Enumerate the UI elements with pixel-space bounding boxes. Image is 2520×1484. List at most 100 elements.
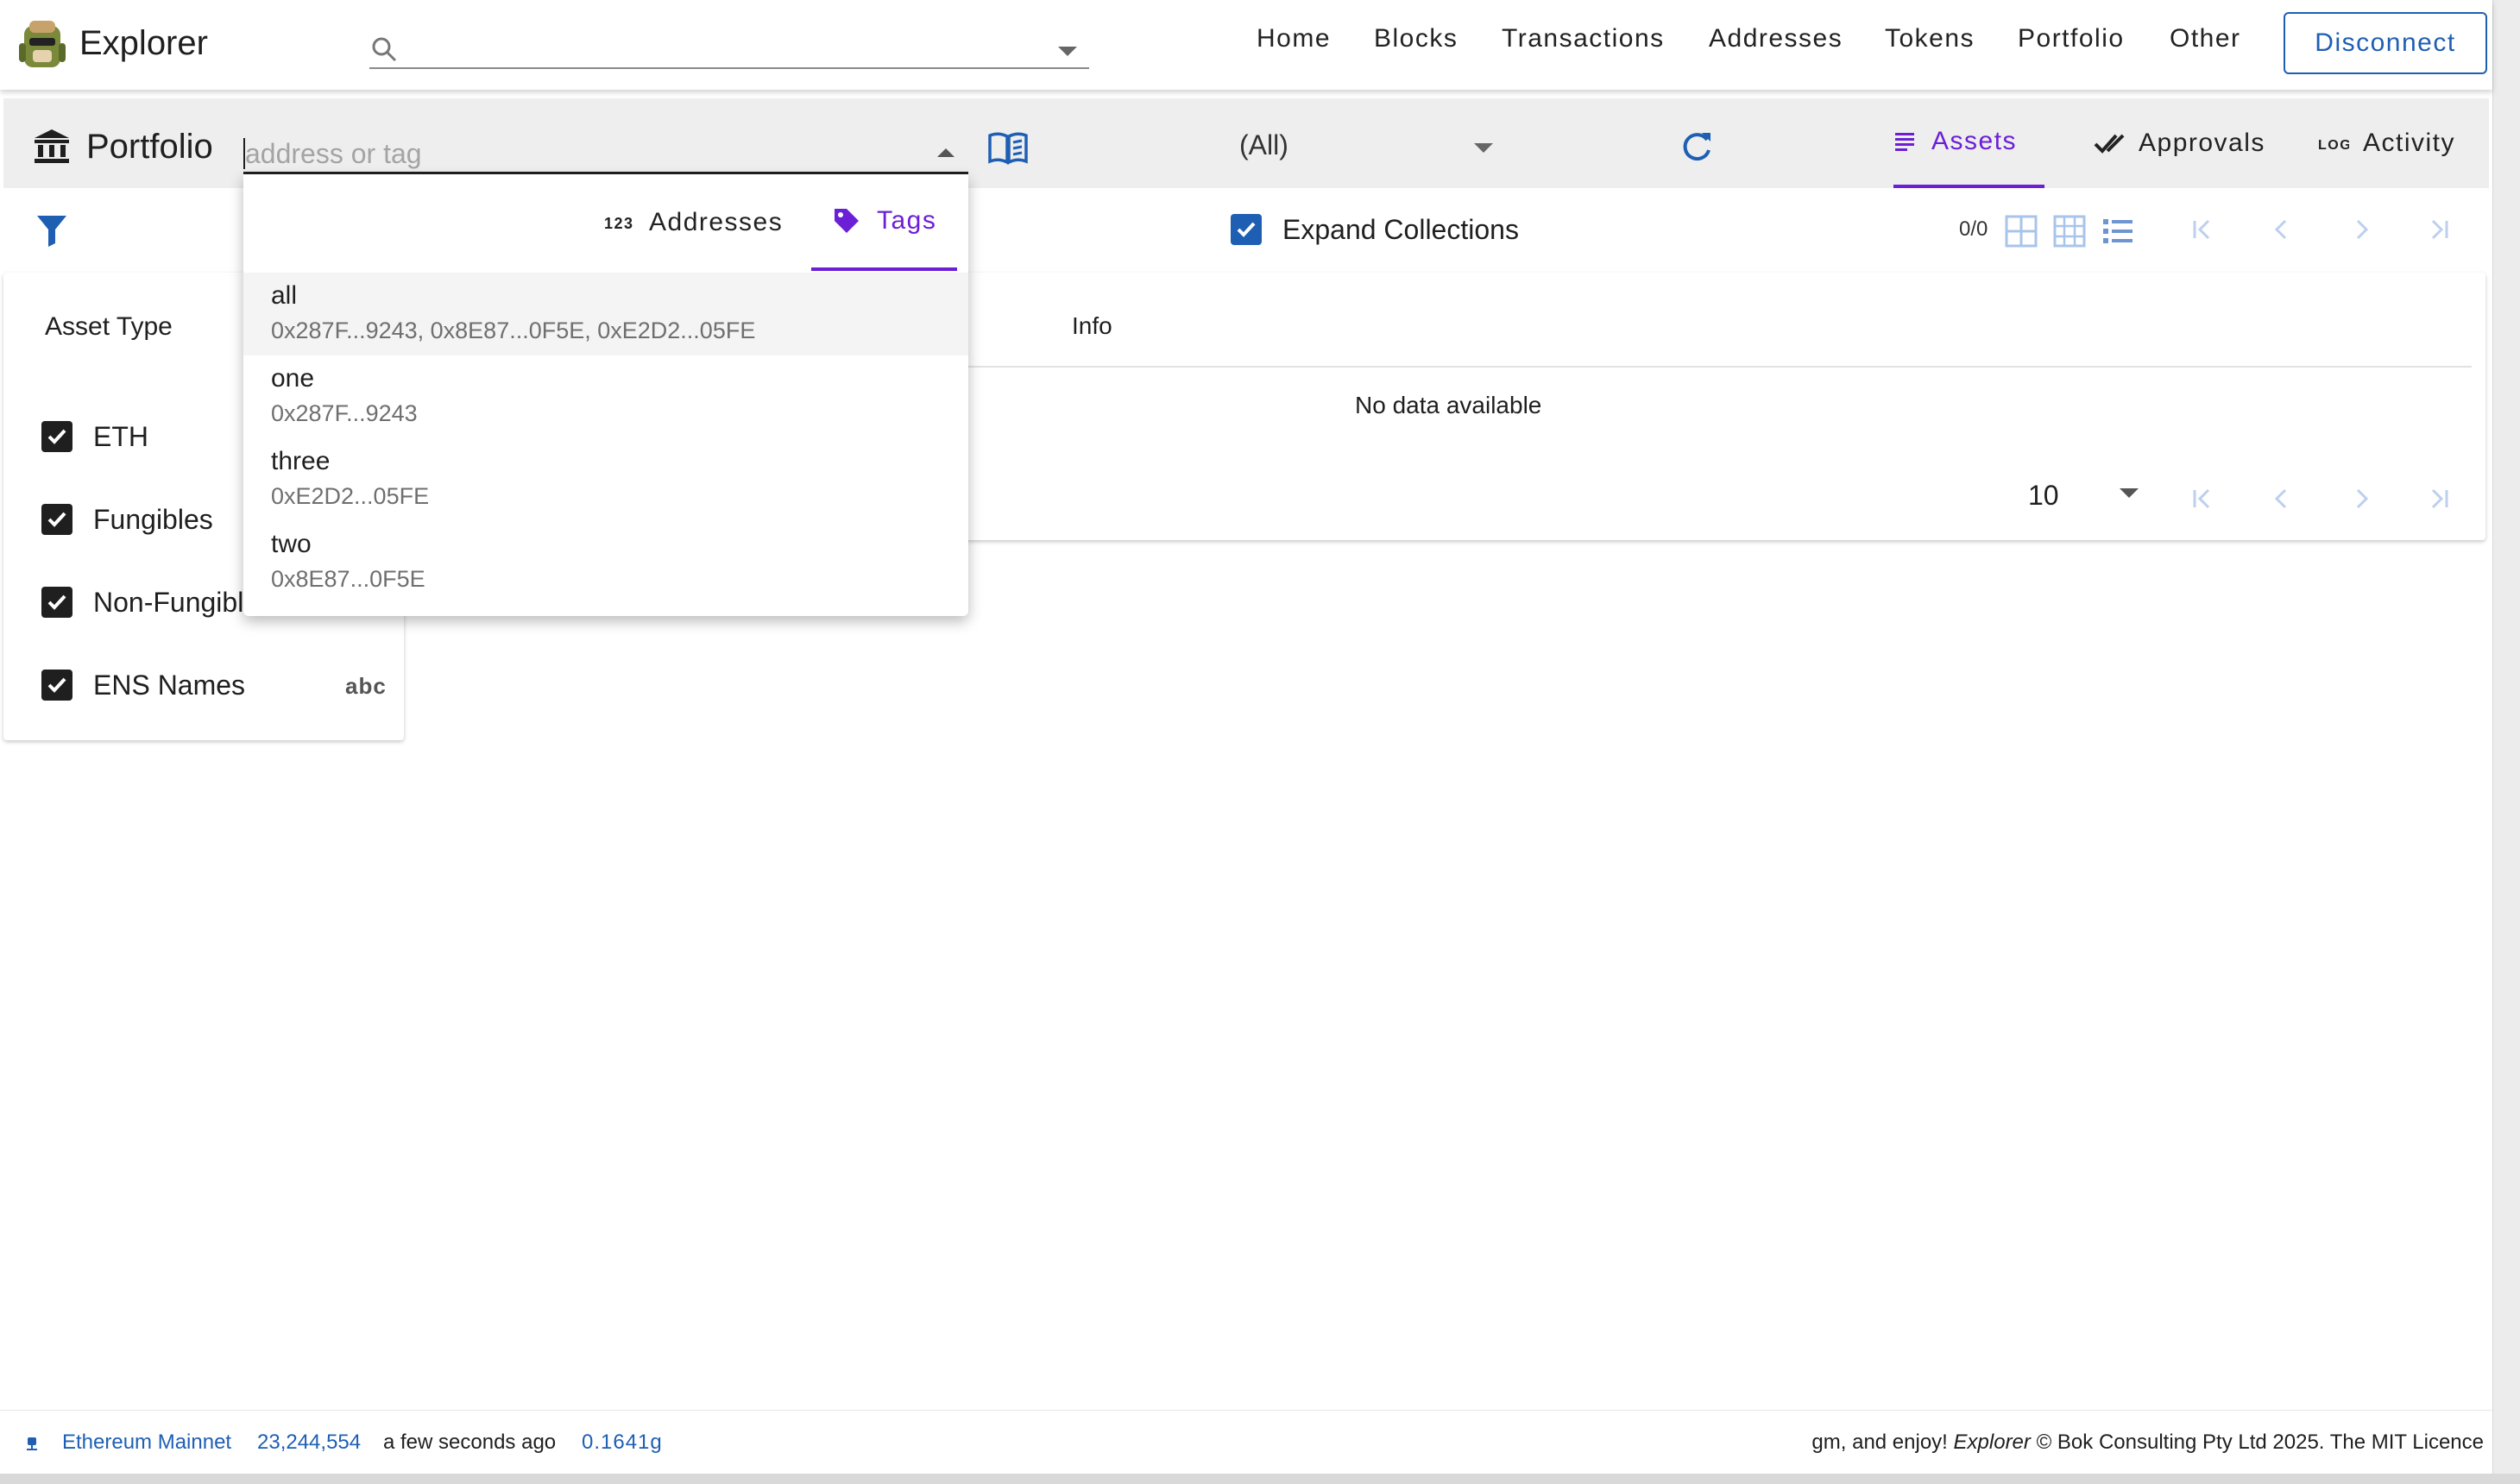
next-page-icon[interactable] bbox=[2346, 483, 2377, 514]
header-divider bbox=[946, 366, 2472, 368]
list-icon bbox=[1895, 133, 1914, 151]
tag-addresses: 0x8E87...0F5E bbox=[271, 566, 425, 592]
text-cursor bbox=[243, 138, 245, 169]
previous-page-icon[interactable] bbox=[2266, 214, 2297, 245]
tab-approvals[interactable]: Approvals bbox=[2094, 98, 2265, 188]
numbers-icon: 123 bbox=[604, 215, 633, 232]
refresh-icon[interactable] bbox=[1679, 129, 1714, 164]
large-grid-icon[interactable] bbox=[2004, 214, 2038, 248]
nav-portfolio[interactable]: Portfolio bbox=[2018, 24, 2125, 53]
first-page-icon[interactable] bbox=[2187, 214, 2218, 245]
tab-label: Assets bbox=[1931, 127, 2018, 155]
footer-credits: gm, and enjoy! Explorer © Bok Consulting… bbox=[1811, 1431, 2484, 1455]
nav-other[interactable]: Other bbox=[2170, 24, 2241, 53]
footer-brand: Explorer bbox=[1953, 1431, 2031, 1454]
tag-option-three[interactable]: three 0xE2D2...05FE bbox=[243, 438, 968, 521]
empty-state-text: No data available bbox=[1355, 392, 1542, 418]
tab-label: Addresses bbox=[649, 208, 784, 236]
tab-activity[interactable]: LOG Activity bbox=[2318, 98, 2455, 188]
footer-network[interactable]: Ethereum Mainnet bbox=[62, 1431, 231, 1455]
svg-text:LOG: LOG bbox=[2318, 138, 2349, 153]
tag-option-all[interactable]: all 0x287F...9243, 0x8E87...0F5E, 0xE2D2… bbox=[243, 273, 968, 355]
search-icon bbox=[372, 37, 397, 62]
tag-name: all bbox=[271, 281, 298, 310]
checkmark-icon bbox=[1237, 222, 1256, 237]
fungibles-label[interactable]: Fungibles bbox=[93, 504, 213, 536]
svg-text:123: 123 bbox=[604, 215, 633, 232]
nav-transactions[interactable]: Transactions bbox=[1502, 24, 1665, 53]
network-icon bbox=[27, 1437, 37, 1450]
footer-greeting: gm, and enjoy! bbox=[1811, 1431, 1954, 1454]
last-page-icon[interactable] bbox=[2423, 483, 2454, 514]
filter-icon[interactable] bbox=[36, 214, 67, 247]
column-header-info[interactable]: Info bbox=[1072, 312, 1112, 340]
tab-label: Activity bbox=[2363, 129, 2456, 157]
network-filter-value: (All) bbox=[1239, 129, 1288, 160]
eth-checkbox[interactable] bbox=[41, 421, 72, 452]
address-tag-dropdown: 123 Addresses Tags all 0x287F...9243, 0x… bbox=[243, 174, 968, 616]
chevron-down-icon[interactable] bbox=[2120, 488, 2139, 498]
expand-collections-checkbox[interactable] bbox=[1231, 214, 1262, 245]
app-title[interactable]: Explorer bbox=[79, 24, 208, 63]
chevron-up-icon[interactable] bbox=[937, 148, 954, 157]
asset-type-title: Asset Type bbox=[45, 312, 173, 341]
chevron-down-icon[interactable] bbox=[1474, 143, 1493, 153]
assets-table bbox=[946, 273, 2485, 540]
tab-assets[interactable]: Assets bbox=[1893, 98, 2045, 188]
nav-addresses[interactable]: Addresses bbox=[1709, 24, 1843, 53]
nav-blocks[interactable]: Blocks bbox=[1374, 24, 1458, 53]
tag-option-two[interactable]: two 0x8E87...0F5E bbox=[243, 521, 968, 604]
address-tag-combobox[interactable] bbox=[243, 131, 968, 174]
checkmark-icon bbox=[47, 677, 66, 693]
window-bottom-edge bbox=[0, 1474, 2520, 1484]
fungibles-checkbox[interactable] bbox=[41, 504, 72, 535]
tab-label: Approvals bbox=[2139, 129, 2265, 157]
app-bar: Explorer Home Blocks Transactions Addres… bbox=[0, 0, 2492, 90]
chevron-down-icon[interactable] bbox=[1058, 47, 1077, 56]
global-search-input[interactable] bbox=[407, 29, 1046, 64]
non-fungibles-label[interactable]: Non-Fungibl bbox=[93, 587, 243, 619]
nav-tokens[interactable]: Tokens bbox=[1885, 24, 1975, 53]
tag-icon bbox=[835, 209, 859, 233]
small-grid-icon[interactable] bbox=[2052, 214, 2087, 248]
next-page-icon[interactable] bbox=[2346, 214, 2377, 245]
footer-copyright: © Bok Consulting Pty Ltd 2025. The MIT L… bbox=[2030, 1431, 2484, 1454]
ens-names-label[interactable]: ENS Names bbox=[93, 670, 245, 701]
footer-block-time: a few seconds ago bbox=[383, 1431, 557, 1454]
dropdown-tab-addresses[interactable]: 123 Addresses bbox=[604, 174, 783, 271]
tag-name: one bbox=[271, 364, 315, 393]
footer-block-number[interactable]: 23,244,554 bbox=[257, 1431, 361, 1455]
tag-name: two bbox=[271, 530, 312, 558]
tag-name: three bbox=[271, 447, 331, 475]
footer-divider bbox=[0, 1410, 2492, 1411]
footer-gas-price[interactable]: 0.1641g bbox=[582, 1431, 663, 1455]
eth-label[interactable]: ETH bbox=[93, 421, 148, 453]
check-icon bbox=[2094, 134, 2125, 154]
list-view-icon[interactable] bbox=[2101, 214, 2135, 248]
last-page-icon[interactable] bbox=[2423, 214, 2454, 245]
previous-page-icon[interactable] bbox=[2266, 483, 2297, 514]
app-logo-icon[interactable] bbox=[17, 17, 67, 71]
address-book-icon[interactable] bbox=[987, 131, 1029, 166]
dropdown-tab-tags[interactable]: Tags bbox=[811, 174, 958, 271]
network-filter-select[interactable]: (All) bbox=[1239, 129, 1498, 167]
abc-icon: abc bbox=[345, 673, 387, 699]
ens-names-checkbox[interactable] bbox=[41, 670, 72, 701]
non-fungibles-checkbox[interactable] bbox=[41, 587, 72, 618]
global-search[interactable] bbox=[369, 26, 1089, 69]
checkmark-icon bbox=[47, 594, 66, 610]
tag-option-one[interactable]: one 0x287F...9243 bbox=[243, 355, 968, 438]
first-page-icon[interactable] bbox=[2187, 483, 2218, 514]
expand-collections-label[interactable]: Expand Collections bbox=[1282, 214, 1519, 246]
nav-home[interactable]: Home bbox=[1257, 24, 1331, 53]
bank-icon bbox=[35, 129, 69, 163]
log-icon: LOG bbox=[2318, 138, 2349, 153]
vertical-scrollbar[interactable] bbox=[2492, 0, 2520, 1484]
tag-addresses: 0x287F...9243 bbox=[271, 400, 418, 426]
tag-addresses: 0x287F...9243, 0x8E87...0F5E, 0xE2D2...0… bbox=[271, 318, 756, 343]
checkmark-icon bbox=[47, 512, 66, 527]
disconnect-button[interactable]: Disconnect bbox=[2284, 12, 2487, 74]
page-title: Portfolio bbox=[86, 128, 213, 166]
address-tag-input[interactable] bbox=[245, 136, 918, 171]
items-per-page-select[interactable]: 10 bbox=[2028, 480, 2059, 512]
